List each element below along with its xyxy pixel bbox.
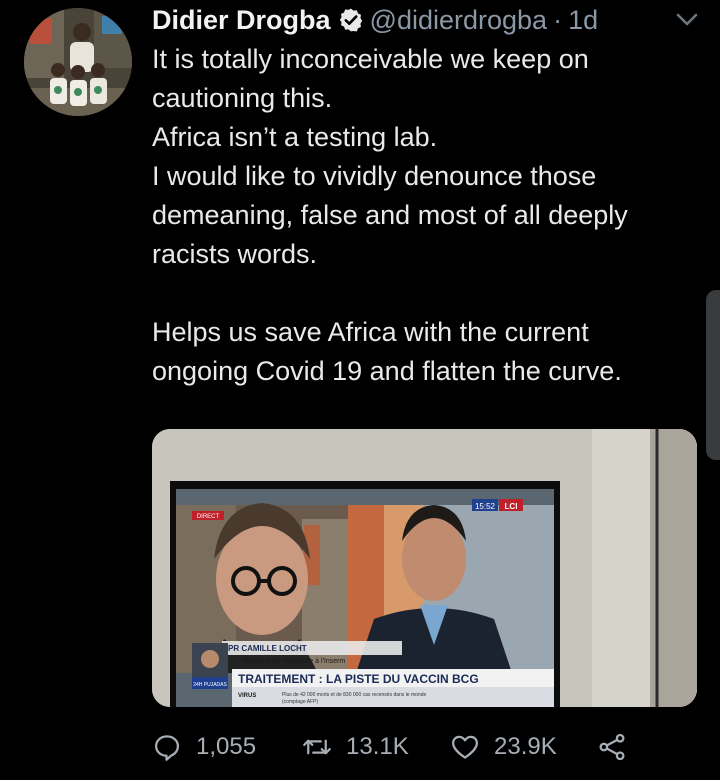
tv-guest-title: Directeur de recherche à l'Inserm — [242, 658, 345, 665]
tweet-header: Didier Drogba @didierdrogba · 1d — [152, 4, 598, 36]
heart-icon — [452, 735, 478, 759]
retweet-count: 13.1K — [346, 733, 409, 760]
tv-guest-name: PR CAMILLE LOCHT — [228, 644, 307, 653]
reply-button[interactable]: 1,055 — [152, 732, 302, 762]
avatar-photo — [24, 8, 132, 116]
share-button[interactable] — [597, 732, 627, 762]
chevron-down-icon[interactable] — [674, 10, 700, 30]
reply-count: 1,055 — [196, 733, 257, 760]
separator-dot: · — [553, 4, 563, 35]
tweet-time[interactable]: 1d — [568, 5, 598, 36]
tweet-line: It is totally inconceivable we keep on — [152, 44, 589, 74]
tweet-text: It is totally inconceivable we keep on c… — [152, 40, 697, 391]
tweet-line: racists words. — [152, 239, 318, 269]
scroll-handle[interactable] — [706, 290, 720, 460]
tv-headline: TRAITEMENT : LA PISTE DU VACCIN BCG — [238, 672, 479, 686]
like-count: 23.9K — [494, 733, 557, 760]
author-handle[interactable]: @didierdrogba — [370, 5, 548, 36]
tweet[interactable]: Didier Drogba @didierdrogba · 1d It is t… — [0, 0, 720, 780]
retweet-icon — [303, 739, 331, 755]
tv-show-name: 24H PUJADAS — [193, 682, 227, 688]
tv-ticker-line: Plus de 42 000 morts et de 830 000 cas r… — [282, 692, 426, 698]
tv-screen-photo: 15:52 LCI DIRECT PR CAMILLE LOCHT Direct… — [152, 429, 697, 707]
tweet-media-photo[interactable]: 15:52 LCI DIRECT PR CAMILLE LOCHT Direct… — [152, 429, 697, 707]
reply-icon — [155, 735, 179, 761]
share-icon — [599, 733, 625, 761]
retweet-button[interactable]: 13.1K — [302, 732, 450, 762]
tv-channel-logo: LCI — [505, 502, 518, 511]
tweet-line: cautioning this. — [152, 83, 333, 113]
tweet-line: demeaning, false and most of all deeply — [152, 200, 628, 230]
tv-clock: 15:52 — [475, 502, 496, 511]
tweet-line: Helps us save Africa with the current — [152, 317, 589, 347]
verified-badge-icon — [339, 8, 362, 32]
tweet-line: Africa isn’t a testing lab. — [152, 122, 438, 152]
like-button[interactable]: 23.9K — [450, 732, 597, 762]
tweet-line: ongoing Covid 19 and flatten the curve. — [152, 356, 622, 386]
avatar[interactable] — [24, 8, 132, 116]
author-name[interactable]: Didier Drogba — [152, 5, 331, 36]
tv-live-tag: DIRECT — [197, 514, 220, 520]
tv-topic: VIRUS — [238, 693, 256, 699]
tv-ticker-source: (comptage AFP) — [282, 699, 318, 705]
tweet-line: I would like to vividly denounce those — [152, 161, 597, 191]
tweet-actions: 1,055 13.1K 23.9K — [152, 728, 627, 766]
